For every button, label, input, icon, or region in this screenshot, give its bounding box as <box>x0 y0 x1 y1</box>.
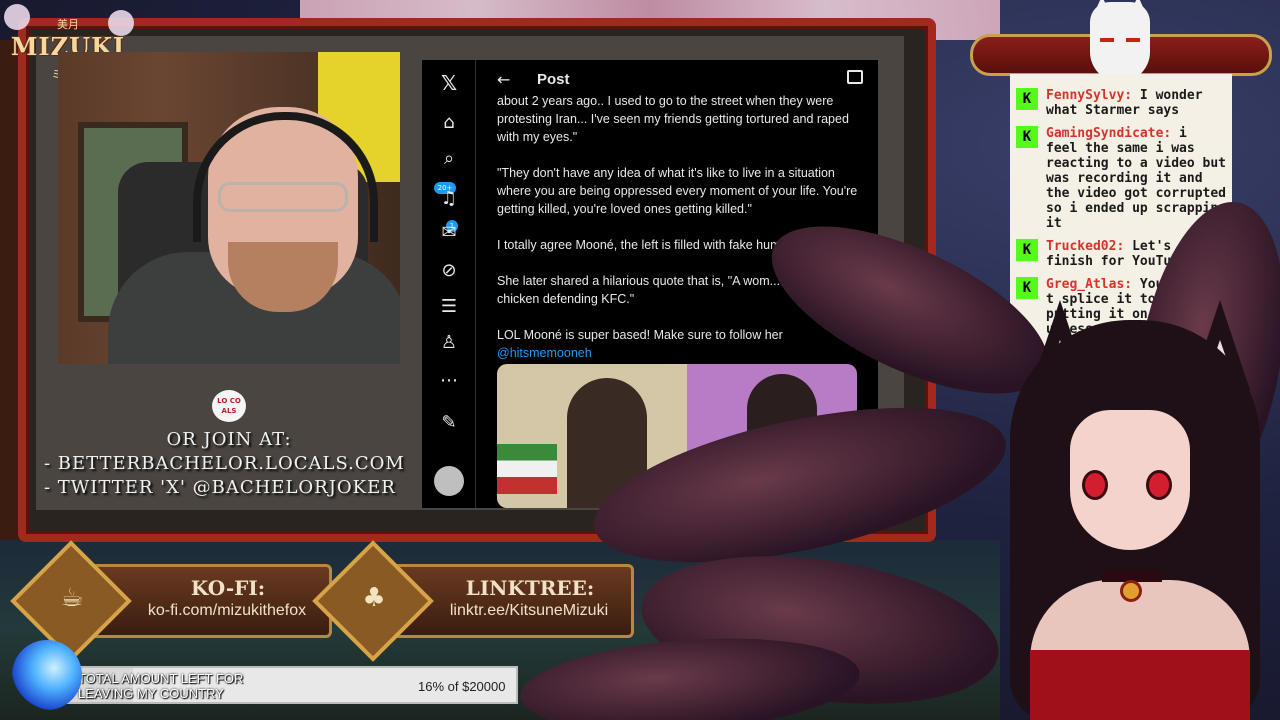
account-avatar[interactable] <box>434 466 464 496</box>
avatar-eye-right <box>1146 470 1172 500</box>
webcam-feed <box>58 52 400 364</box>
kitsune-mask-icon <box>1090 0 1150 82</box>
post-last-text: LOL Mooné is super based! Make sure to f… <box>497 328 783 342</box>
chat-username: FennySylvy: <box>1046 88 1133 103</box>
bell-icon[interactable]: ♫ <box>436 186 462 212</box>
logo-kanji: 美月 <box>57 18 79 31</box>
join-twitter-handle: - TWITTER 'X' @BACHELORJOKER <box>44 477 396 498</box>
iran-flag-image <box>497 444 557 494</box>
kofi-url: ko-fi.com/mizukithefox <box>147 602 307 619</box>
join-heading: OR JOIN AT: <box>166 429 292 450</box>
kick-icon: K <box>1016 239 1038 261</box>
post-title: Post <box>537 71 570 88</box>
goal-label-line1: TOTAL AMOUNT LEFT FOR <box>78 671 244 686</box>
post-paragraph: about 2 years ago.. I used to go to the … <box>497 94 849 144</box>
linktree-title: LINKTREE: <box>465 576 595 600</box>
chat-username: GamingSyndicate: <box>1046 126 1172 141</box>
post-paragraph: "They don't have any idea of what it's l… <box>497 166 858 216</box>
donation-goal-bar: TOTAL AMOUNT LEFT FOR LEAVING MY COUNTRY… <box>58 666 518 704</box>
join-info: OR JOIN AT: - BETTERBACHELOR.LOCALS.COM … <box>44 428 414 500</box>
more-icon[interactable]: ⋯ <box>436 368 462 394</box>
chat-message: K GamingSyndicate: i feel the same i was… <box>1016 126 1226 231</box>
post-paragraph-last: LOL Mooné is super based! Make sure to f… <box>497 326 867 362</box>
back-arrow-icon[interactable]: ← <box>497 70 510 89</box>
goal-amount: 16% of $20000 <box>418 679 506 694</box>
search-icon[interactable]: ⌕ <box>436 146 462 172</box>
grok-icon[interactable]: ⊘ <box>436 258 462 284</box>
x-nav-rail: 𝕏 ⌂ ⌕ 20+ ♫ 1 ✉ ⊘ ☰ ♙ ⋯ ✎ <box>422 60 476 508</box>
locals-logo: LO CO ALS <box>212 390 246 422</box>
lists-icon[interactable]: ☰ <box>436 294 462 320</box>
kick-icon: K <box>1016 126 1038 148</box>
kick-icon: K <box>1016 88 1038 110</box>
chat-text: i feel the same i was reacting to a vide… <box>1046 126 1227 231</box>
linktree-url: linktr.ee/KitsuneMizuki <box>449 602 609 619</box>
avatar-eye-left <box>1082 470 1108 500</box>
linktree-banner: ♣ LINKTREE: linktr.ee/KitsuneMizuki <box>312 540 634 662</box>
reader-icon[interactable] <box>847 70 863 84</box>
coffee-heart-icon: ☕ <box>60 583 84 613</box>
goal-label-line2: LEAVING MY COUNTRY <box>78 686 224 701</box>
avatar-pendant <box>1120 580 1142 602</box>
mail-icon[interactable]: ✉ <box>436 220 462 246</box>
blue-comet-icon <box>12 640 82 710</box>
compose-post-icon[interactable]: ✎ <box>436 410 462 436</box>
kofi-banner: ☕ KO-FI: ko-fi.com/mizukithefox <box>10 540 332 662</box>
tree-icon: ♣ <box>362 583 386 613</box>
mention-link[interactable]: @hitsmemooneh <box>497 346 592 360</box>
goal-label: TOTAL AMOUNT LEFT FOR LEAVING MY COUNTRY <box>78 671 338 701</box>
chat-message: K FennySylvy: I wonder what Starmer says <box>1016 88 1226 118</box>
join-locals-link: - BETTERBACHELOR.LOCALS.COM <box>44 453 405 474</box>
home-icon[interactable]: ⌂ <box>436 110 462 136</box>
vtuber-avatar <box>990 280 1280 720</box>
avatar-dress <box>1030 650 1250 720</box>
kofi-title: KO-FI: <box>190 576 266 600</box>
chat-username: Trucked02: <box>1046 239 1125 254</box>
profile-icon[interactable]: ♙ <box>436 330 462 356</box>
x-logo-icon[interactable]: 𝕏 <box>436 70 462 96</box>
